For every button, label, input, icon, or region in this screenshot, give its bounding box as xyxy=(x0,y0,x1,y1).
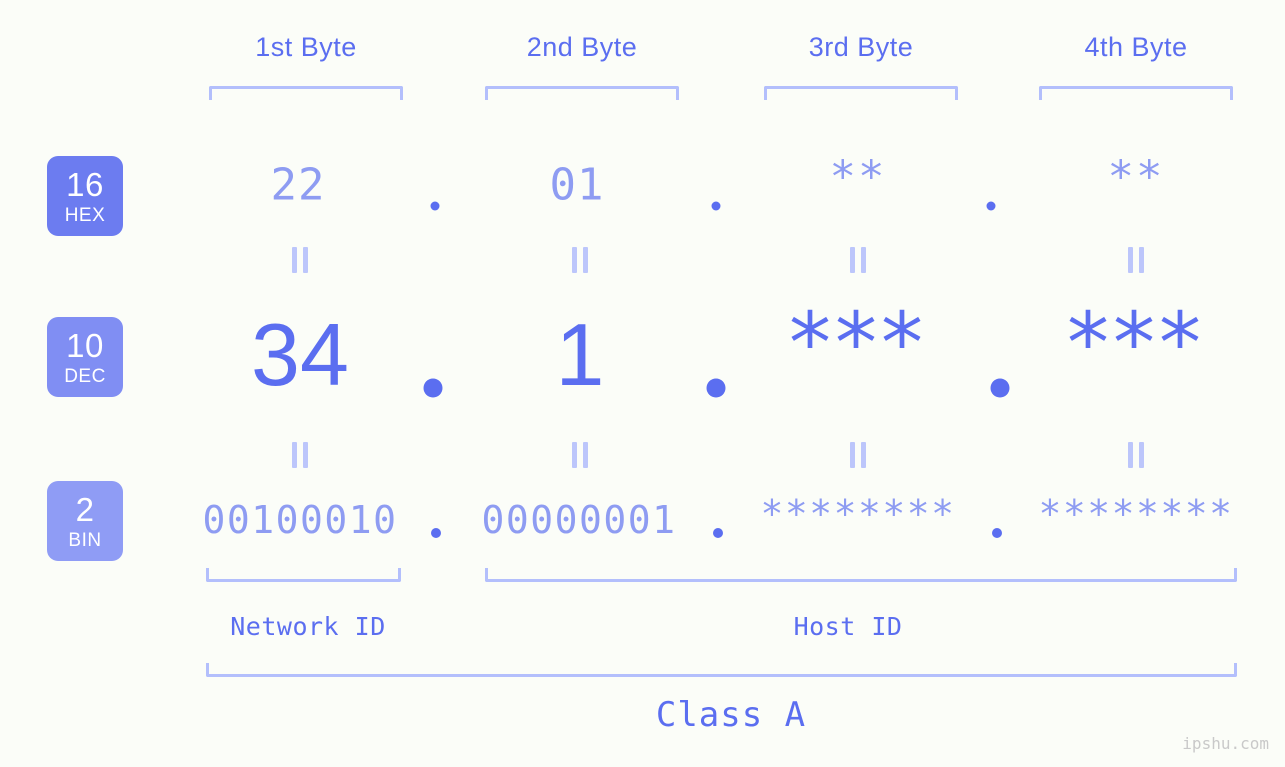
equals-mark-dec-bin-3 xyxy=(850,442,866,468)
base-badge-dec-number: 10 xyxy=(66,326,104,364)
byte-bracket-4 xyxy=(1039,86,1233,100)
base-badge-bin-number: 2 xyxy=(75,490,95,528)
equals-mark-dec-bin-2 xyxy=(572,442,588,468)
hex-separator-3 xyxy=(986,201,996,211)
bin-byte-3: ******** xyxy=(760,492,956,536)
class-label: Class A xyxy=(655,695,807,735)
base-badge-hex-number: 16 xyxy=(66,165,104,203)
hex-separator-1 xyxy=(430,201,440,211)
dec-separator-1 xyxy=(423,378,443,398)
dec-byte-3: *** xyxy=(789,294,927,392)
byte-header-3: 3rd Byte xyxy=(808,32,914,62)
byte-bracket-3 xyxy=(764,86,958,100)
bin-byte-4: ******** xyxy=(1038,492,1234,536)
equals-mark-hex-dec-4 xyxy=(1128,247,1144,273)
bin-separator-3 xyxy=(992,528,1002,538)
base-badge-dec[interactable]: 10 DEC xyxy=(47,317,123,397)
hex-byte-3: ** xyxy=(829,151,887,203)
base-badge-hex-label: HEX xyxy=(64,204,106,226)
dec-byte-2: 1 xyxy=(555,305,605,404)
host-id-bracket xyxy=(485,568,1237,582)
ip-byte-diagram: 1st Byte 2nd Byte 3rd Byte 4th Byte 16 H… xyxy=(0,0,1285,767)
hex-byte-2: 01 xyxy=(549,159,605,211)
dec-byte-4: *** xyxy=(1067,294,1205,392)
hex-separator-2 xyxy=(711,201,721,211)
byte-header-2: 2nd Byte xyxy=(526,32,638,62)
network-id-bracket xyxy=(206,568,401,582)
byte-bracket-1 xyxy=(209,86,403,100)
bin-byte-2: 00000001 xyxy=(481,498,677,542)
network-id-label: Network ID xyxy=(230,612,386,641)
base-badge-hex[interactable]: 16 HEX xyxy=(47,156,123,236)
dec-separator-2 xyxy=(706,378,726,398)
class-bracket xyxy=(206,663,1237,677)
equals-mark-hex-dec-2 xyxy=(572,247,588,273)
byte-header-4: 4th Byte xyxy=(1084,32,1188,62)
host-id-label: Host ID xyxy=(793,612,903,641)
dec-separator-3 xyxy=(990,378,1010,398)
equals-mark-dec-bin-1 xyxy=(292,442,308,468)
bin-separator-2 xyxy=(713,528,723,538)
watermark: ipshu.com xyxy=(1182,734,1269,753)
dec-byte-1: 34 xyxy=(251,305,349,404)
byte-header-1: 1st Byte xyxy=(255,32,357,62)
hex-byte-1: 22 xyxy=(270,159,326,211)
hex-byte-4: ** xyxy=(1107,151,1165,203)
equals-mark-dec-bin-4 xyxy=(1128,442,1144,468)
base-badge-bin-label: BIN xyxy=(68,529,102,551)
base-badge-dec-label: DEC xyxy=(64,365,106,387)
bin-byte-1: 00100010 xyxy=(202,498,398,542)
equals-mark-hex-dec-3 xyxy=(850,247,866,273)
bin-separator-1 xyxy=(431,528,441,538)
byte-bracket-2 xyxy=(485,86,679,100)
base-badge-bin[interactable]: 2 BIN xyxy=(47,481,123,561)
equals-mark-hex-dec-1 xyxy=(292,247,308,273)
